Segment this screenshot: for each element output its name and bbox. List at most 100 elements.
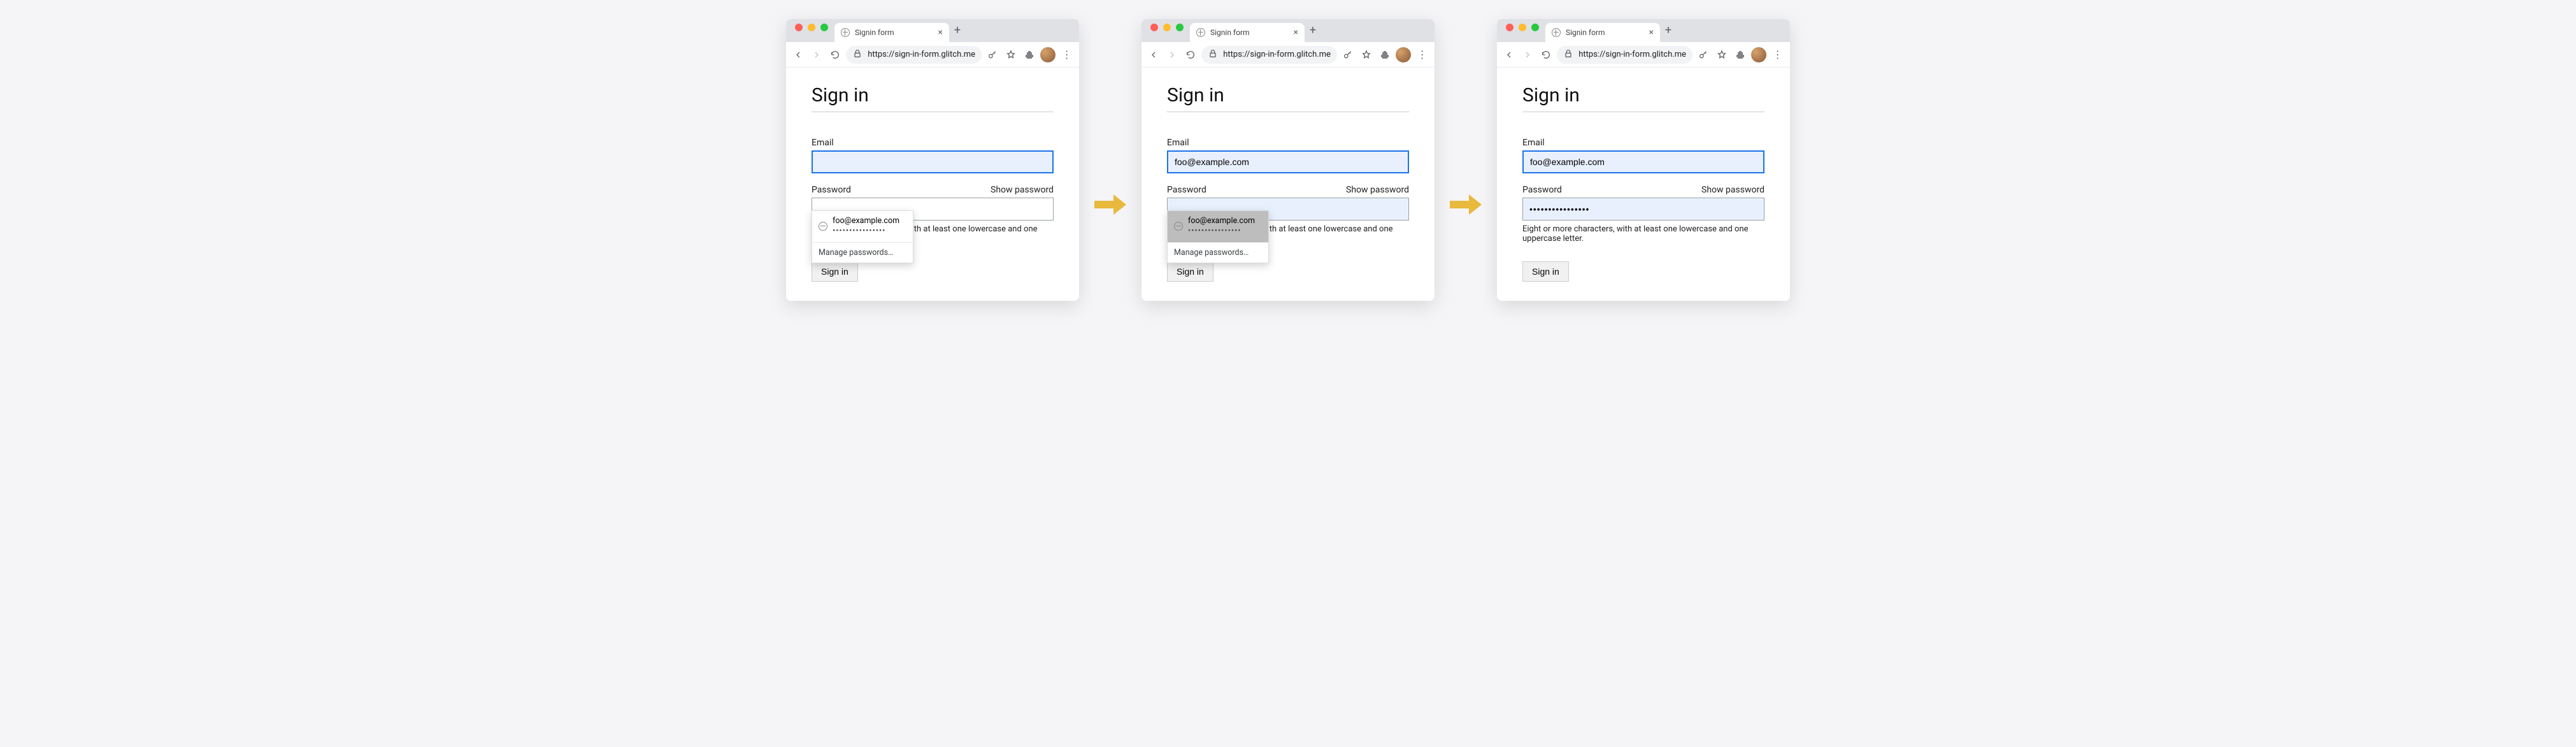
page-content: Sign in Email Password Show password Eig… bbox=[1497, 68, 1790, 301]
autofill-email: foo@example.com bbox=[1188, 216, 1255, 226]
profile-avatar[interactable] bbox=[1751, 47, 1766, 62]
window-close-button[interactable] bbox=[1150, 24, 1158, 31]
back-button[interactable] bbox=[791, 46, 806, 64]
key-icon[interactable] bbox=[985, 46, 1000, 64]
autofill-email: foo@example.com bbox=[833, 216, 899, 226]
extensions-icon[interactable] bbox=[1377, 46, 1392, 64]
arrow-icon bbox=[1094, 193, 1126, 216]
profile-avatar[interactable] bbox=[1040, 47, 1055, 62]
back-button[interactable] bbox=[1147, 46, 1161, 64]
window-close-button[interactable] bbox=[1506, 24, 1513, 31]
page-title: Sign in bbox=[1167, 84, 1409, 106]
window-minimize-button[interactable] bbox=[808, 24, 815, 31]
titlebar: Signin form × + bbox=[786, 19, 1079, 42]
address-bar[interactable]: https://sign-in-form.glitch.me bbox=[1201, 46, 1337, 64]
tab-title: Signin form bbox=[1566, 28, 1644, 37]
browser-toolbar: https://sign-in-form.glitch.me ⋮ bbox=[786, 42, 1079, 68]
window-maximize-button[interactable] bbox=[1176, 24, 1184, 31]
new-tab-button[interactable]: + bbox=[1660, 22, 1677, 38]
autofill-password-dots: •••••••••••••••• bbox=[1188, 226, 1255, 236]
signin-button[interactable]: Sign in bbox=[1522, 261, 1569, 282]
autofill-popup: foo@example.com •••••••••••••••• Manage … bbox=[1167, 210, 1269, 263]
back-button[interactable] bbox=[1502, 46, 1517, 64]
tab-title: Signin form bbox=[1210, 28, 1289, 37]
tab-close-button[interactable]: × bbox=[938, 28, 943, 37]
show-password-toggle[interactable]: Show password bbox=[1346, 185, 1409, 195]
email-field[interactable] bbox=[1522, 150, 1764, 173]
browser-menu-button[interactable]: ⋮ bbox=[1770, 46, 1785, 64]
globe-icon bbox=[1552, 28, 1561, 37]
bookmark-star-icon[interactable] bbox=[1715, 46, 1729, 64]
email-label: Email bbox=[812, 138, 1054, 148]
autofill-password-dots: •••••••••••••••• bbox=[833, 226, 899, 236]
email-field[interactable] bbox=[1167, 150, 1409, 173]
page-title: Sign in bbox=[1522, 84, 1764, 106]
show-password-toggle[interactable]: Show password bbox=[1701, 185, 1764, 195]
reload-button[interactable] bbox=[1184, 46, 1198, 64]
signin-button[interactable]: Sign in bbox=[812, 261, 858, 282]
forward-button[interactable] bbox=[1165, 46, 1180, 64]
password-field[interactable] bbox=[1522, 198, 1764, 221]
email-field[interactable] bbox=[812, 150, 1054, 173]
browser-window-2: Signin form × + https://sign-in-form.gli… bbox=[1141, 19, 1435, 301]
window-maximize-button[interactable] bbox=[1531, 24, 1539, 31]
bookmark-star-icon[interactable] bbox=[1359, 46, 1374, 64]
password-hint: Eight or more characters, with at least … bbox=[1522, 224, 1764, 243]
browser-menu-button[interactable]: ⋮ bbox=[1415, 46, 1429, 64]
password-label: Password bbox=[812, 185, 851, 195]
window-minimize-button[interactable] bbox=[1163, 24, 1171, 31]
reload-button[interactable] bbox=[828, 46, 843, 64]
forward-button[interactable] bbox=[1521, 46, 1535, 64]
page-content: Sign in Email Password Show password Eig… bbox=[786, 68, 1079, 301]
tab-close-button[interactable]: × bbox=[1294, 28, 1298, 37]
arrow-icon bbox=[1450, 193, 1482, 216]
new-tab-button[interactable]: + bbox=[949, 22, 966, 38]
profile-avatar[interactable] bbox=[1396, 47, 1411, 62]
browser-window-3: Signin form × + https://sign-in-form.gli… bbox=[1497, 19, 1790, 301]
key-icon[interactable] bbox=[1696, 46, 1711, 64]
titlebar: Signin form × + bbox=[1141, 19, 1435, 42]
titlebar: Signin form × + bbox=[1497, 19, 1790, 42]
lock-icon bbox=[852, 48, 862, 61]
manage-passwords-link[interactable]: Manage passwords… bbox=[812, 243, 913, 263]
email-label: Email bbox=[1167, 138, 1409, 148]
url-text: https://sign-in-form.glitch.me bbox=[1578, 50, 1686, 59]
forward-button[interactable] bbox=[810, 46, 824, 64]
reload-button[interactable] bbox=[1539, 46, 1554, 64]
password-label: Password bbox=[1167, 185, 1206, 195]
signin-button[interactable]: Sign in bbox=[1167, 261, 1213, 282]
manage-passwords-link[interactable]: Manage passwords… bbox=[1168, 243, 1268, 263]
window-controls bbox=[1502, 24, 1543, 38]
page-title: Sign in bbox=[812, 84, 1054, 106]
autofill-popup: foo@example.com •••••••••••••••• Manage … bbox=[812, 210, 913, 263]
bookmark-star-icon[interactable] bbox=[1004, 46, 1019, 64]
window-close-button[interactable] bbox=[795, 24, 803, 31]
address-bar[interactable]: https://sign-in-form.glitch.me bbox=[846, 46, 982, 64]
extensions-icon[interactable] bbox=[1022, 46, 1036, 64]
address-bar[interactable]: https://sign-in-form.glitch.me bbox=[1557, 46, 1692, 64]
globe-icon bbox=[1174, 222, 1183, 231]
show-password-toggle[interactable]: Show password bbox=[991, 185, 1054, 195]
window-maximize-button[interactable] bbox=[820, 24, 828, 31]
browser-tab[interactable]: Signin form × bbox=[834, 23, 949, 42]
autofill-suggestion[interactable]: foo@example.com •••••••••••••••• bbox=[1168, 211, 1268, 242]
new-tab-button[interactable]: + bbox=[1305, 22, 1321, 38]
key-icon[interactable] bbox=[1341, 46, 1356, 64]
tab-title: Signin form bbox=[855, 28, 933, 37]
globe-icon bbox=[1196, 28, 1205, 37]
lock-icon bbox=[1563, 48, 1573, 61]
browser-toolbar: https://sign-in-form.glitch.me ⋮ bbox=[1497, 42, 1790, 68]
browser-window-1: Signin form × + https://sign-in-form.gli… bbox=[786, 19, 1079, 301]
extensions-icon[interactable] bbox=[1733, 46, 1747, 64]
autofill-suggestion[interactable]: foo@example.com •••••••••••••••• bbox=[812, 211, 913, 242]
browser-tab[interactable]: Signin form × bbox=[1190, 23, 1305, 42]
window-minimize-button[interactable] bbox=[1519, 24, 1526, 31]
window-controls bbox=[791, 24, 832, 38]
url-text: https://sign-in-form.glitch.me bbox=[868, 50, 975, 59]
lock-icon bbox=[1208, 48, 1218, 61]
browser-tab[interactable]: Signin form × bbox=[1545, 23, 1660, 42]
browser-menu-button[interactable]: ⋮ bbox=[1059, 46, 1074, 64]
password-label: Password bbox=[1522, 185, 1562, 195]
tab-close-button[interactable]: × bbox=[1649, 28, 1654, 37]
globe-icon bbox=[841, 28, 850, 37]
